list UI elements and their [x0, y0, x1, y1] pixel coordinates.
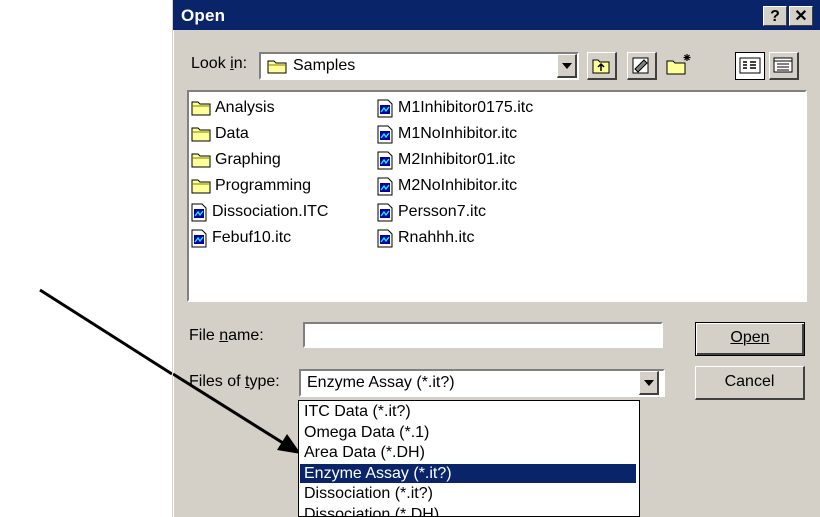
file-item-label: M2NoInhibitor.itc: [398, 177, 518, 194]
arrow-shaft: [39, 288, 172, 376]
file-item-label: Graphing: [215, 151, 281, 168]
folder-icon: [191, 179, 211, 194]
file-type-option[interactable]: Area Data (*.DH): [300, 443, 636, 462]
look-in-dropdown-button[interactable]: [557, 54, 577, 78]
file-item[interactable]: Persson7.itc: [377, 200, 486, 224]
up-one-level-icon: [592, 59, 610, 74]
look-in-label: Look in:: [191, 55, 248, 72]
file-item-label: Dissociation.ITC: [212, 203, 329, 220]
file-name-input[interactable]: [303, 322, 663, 348]
folder-item[interactable]: Data: [191, 122, 249, 146]
file-item-label: Febuf10.itc: [212, 229, 292, 246]
folder-icon: [191, 153, 211, 168]
dialog-title: Open: [181, 6, 226, 25]
file-item-label: Programming: [215, 177, 312, 194]
itc-file-icon: [377, 177, 393, 195]
create-new-folder-button[interactable]: [665, 52, 695, 80]
favorites-button[interactable]: [627, 52, 657, 80]
folder-item[interactable]: Analysis: [191, 96, 275, 120]
files-of-type-value: Enzyme Assay (*.it?): [307, 374, 455, 391]
itc-file-icon: [377, 229, 393, 247]
close-icon: ✕: [794, 8, 808, 25]
folder-item[interactable]: Graphing: [191, 148, 281, 172]
file-item-label: Analysis: [215, 99, 275, 116]
file-type-option[interactable]: Dissociation (*.it?): [300, 484, 636, 503]
file-type-option[interactable]: Enzyme Assay (*.it?): [300, 463, 636, 483]
file-item[interactable]: M1NoInhibitor.itc: [377, 122, 517, 146]
itc-file-icon: [377, 99, 393, 117]
file-type-option[interactable]: Omega Data (*.1): [300, 423, 636, 442]
folder-icon: [267, 60, 287, 74]
files-of-type-dropdown[interactable]: Enzyme Assay (*.it?): [299, 369, 665, 397]
favorites-icon: [632, 57, 649, 74]
details-view-icon: [773, 57, 793, 73]
open-button[interactable]: Open: [695, 322, 805, 356]
file-item-label: M1NoInhibitor.itc: [398, 125, 518, 142]
annotation-arrow: [39, 288, 172, 376]
file-item[interactable]: M2Inhibitor01.itc: [377, 148, 515, 172]
list-view-button[interactable]: [735, 52, 765, 80]
open-button-label: Open: [730, 329, 770, 346]
create-new-folder-icon: [666, 54, 691, 75]
title-bar: Open ? ✕: [173, 0, 820, 30]
up-one-level-button[interactable]: [587, 52, 617, 80]
help-icon: ?: [770, 8, 780, 25]
folder-icon: [191, 127, 211, 142]
folder-icon: [191, 101, 211, 116]
file-item-label: Rnahhh.itc: [398, 229, 475, 246]
cancel-button[interactable]: Cancel: [695, 366, 805, 400]
itc-file-icon: [191, 229, 207, 247]
file-item-label: Persson7.itc: [398, 203, 487, 220]
cancel-button-label: Cancel: [724, 373, 775, 390]
open-dialog: Open ? ✕ Look in: Samples Analysis Data …: [172, 0, 820, 517]
file-type-option[interactable]: ITC Data (*.it?): [300, 402, 636, 421]
itc-file-icon: [377, 125, 393, 143]
close-button[interactable]: ✕: [789, 6, 813, 26]
file-item-label: M1Inhibitor0175.itc: [398, 99, 534, 116]
file-item[interactable]: Rnahhh.itc: [377, 226, 475, 250]
itc-file-icon: [191, 203, 207, 221]
look-in-dropdown[interactable]: Samples: [259, 52, 579, 80]
file-type-option[interactable]: Dissociation (*.DH): [300, 505, 636, 517]
file-list[interactable]: Analysis Data Graphing Programming Dissociat…: [187, 90, 807, 302]
file-item[interactable]: Febuf10.itc: [191, 226, 291, 250]
details-view-button[interactable]: [769, 52, 799, 80]
file-item-label: Data: [215, 125, 249, 142]
file-item[interactable]: M2NoInhibitor.itc: [377, 174, 517, 198]
itc-file-icon: [377, 203, 393, 221]
file-item[interactable]: Dissociation.ITC: [191, 200, 328, 224]
files-of-type-label: Files of type:: [189, 373, 280, 390]
files-of-type-dropdown-button[interactable]: [639, 371, 659, 395]
help-button[interactable]: ?: [763, 6, 787, 26]
folder-item[interactable]: Programming: [191, 174, 311, 198]
files-of-type-list[interactable]: ITC Data (*.it?) Omega Data (*.1) Area Dat…: [298, 400, 640, 517]
itc-file-icon: [377, 151, 393, 169]
file-item-label: M2Inhibitor01.itc: [398, 151, 516, 168]
file-item[interactable]: M1Inhibitor0175.itc: [377, 96, 533, 120]
list-view-icon: [739, 57, 761, 74]
look-in-value: Samples: [293, 57, 356, 74]
file-name-label: File name:: [189, 327, 264, 344]
